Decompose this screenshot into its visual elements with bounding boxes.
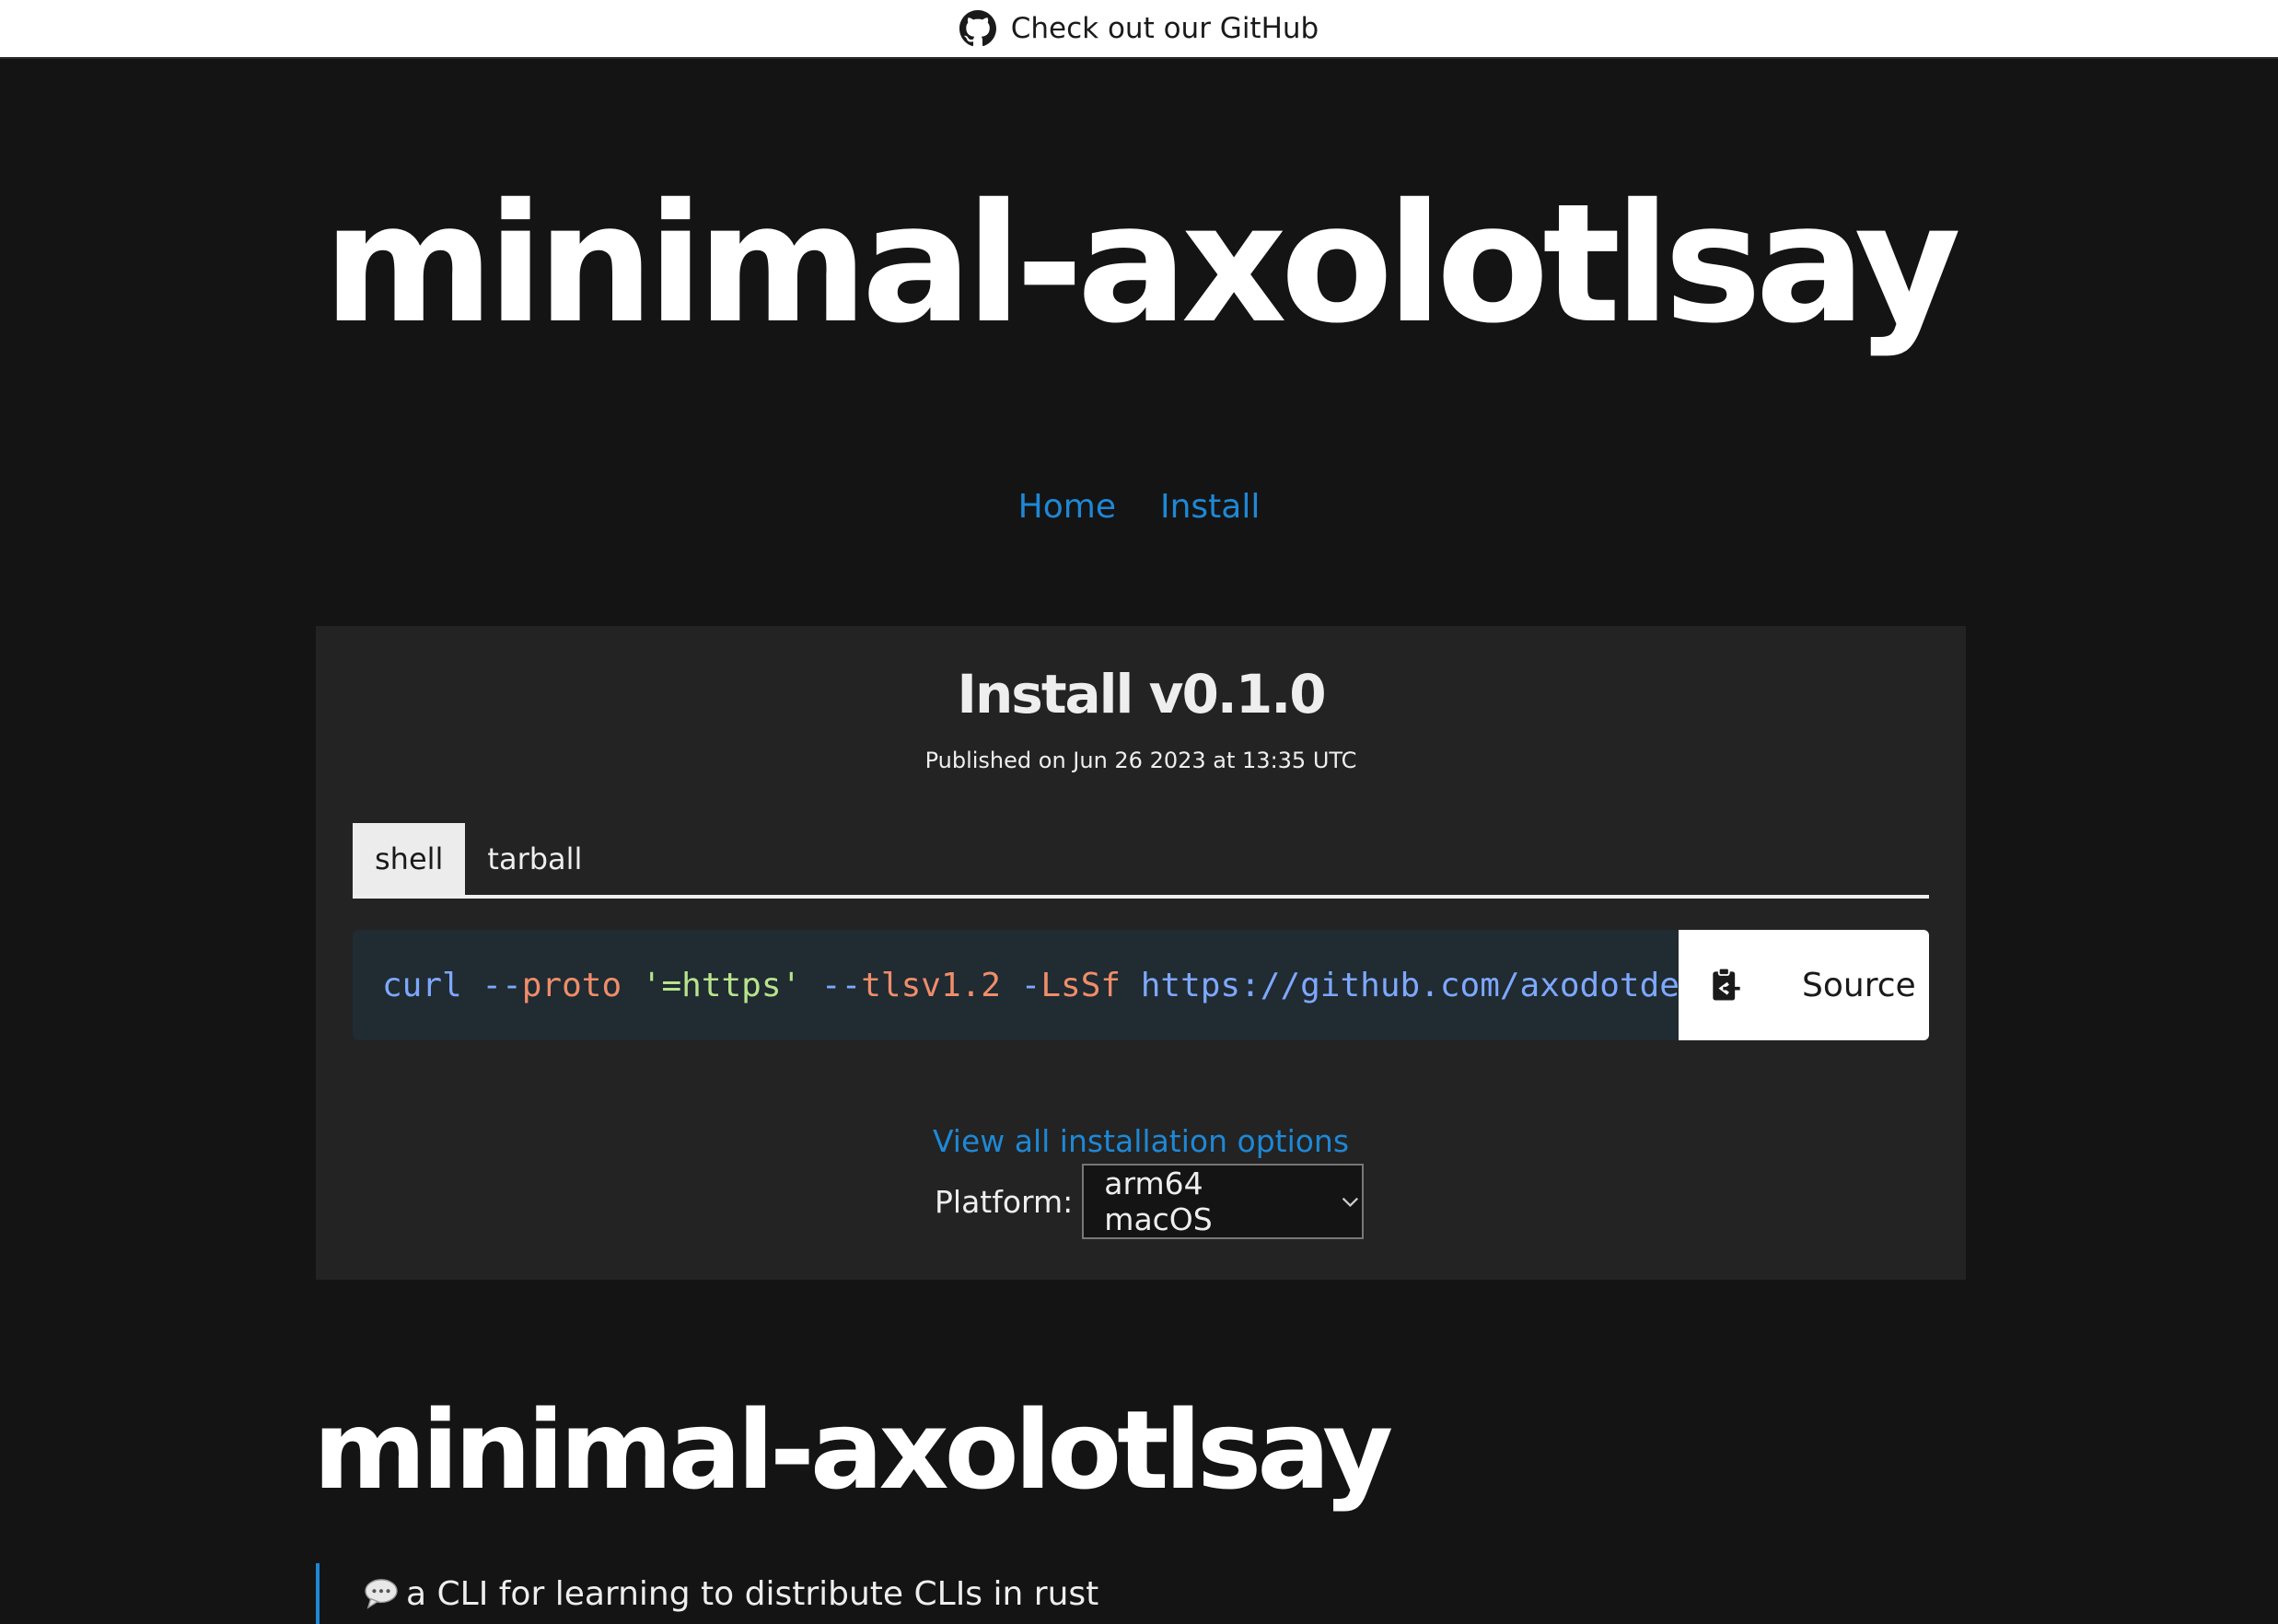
main-nav: Home Install bbox=[0, 488, 2278, 526]
source-label: Source bbox=[1802, 966, 1916, 1004]
install-panel: Install v0.1.0 Published on Jun 26 2023 … bbox=[316, 626, 1966, 1280]
command-token: https://github.com/axodotde bbox=[1140, 966, 1679, 1004]
nav-item-home[interactable]: Home bbox=[1018, 488, 1116, 526]
github-icon bbox=[959, 10, 996, 47]
install-command-row: curl -- proto '=https' -- tlsv1.2 - LsSf ht… bbox=[353, 930, 1929, 1040]
published-date: Published on Jun 26 2023 at 13:35 UTC bbox=[924, 748, 1357, 773]
nav-item-install[interactable]: Install bbox=[1160, 488, 1260, 526]
github-link-label: Check out our GitHub bbox=[1010, 12, 1319, 45]
command-token: LsSf bbox=[1040, 966, 1122, 1004]
command-token: -- bbox=[482, 966, 522, 1004]
platform-picker: Platform: arm64 macOS bbox=[935, 1164, 1365, 1239]
platform-label: Platform: bbox=[935, 1183, 1074, 1220]
install-tabs: shell tarball bbox=[353, 823, 1929, 899]
command-token: tlsv1.2 bbox=[861, 966, 1001, 1004]
tab-tarball[interactable]: tarball bbox=[465, 823, 604, 895]
speech-bubble-icon bbox=[365, 1579, 398, 1609]
command-token: proto bbox=[521, 966, 622, 1004]
tab-shell[interactable]: shell bbox=[353, 823, 466, 895]
command-token: -- bbox=[820, 966, 862, 1004]
readme-tagline: a CLI for learning to distribute CLIs in… bbox=[406, 1574, 1099, 1613]
github-link[interactable]: Check out our GitHub bbox=[959, 10, 1319, 47]
clipboard-icon bbox=[1713, 967, 1740, 1001]
install-title: Install v0.1.0 bbox=[957, 663, 1326, 725]
platform-selected-value: arm64 macOS bbox=[1104, 1166, 1213, 1237]
command-token: - bbox=[1020, 966, 1041, 1004]
command-token: '=https' bbox=[641, 966, 802, 1004]
command-token: curl bbox=[382, 966, 462, 1004]
readme-title: minimal-axolotlsay bbox=[313, 1386, 1393, 1514]
copy-source-button[interactable]: Source bbox=[1679, 930, 1929, 1040]
hero-title: minimal-axolotlsay bbox=[323, 168, 1961, 359]
view-all-install-options-link[interactable]: View all installation options bbox=[316, 1123, 1966, 1159]
chevron-down-icon bbox=[1342, 1197, 1358, 1208]
readme-blockquote: a CLI for learning to distribute CLIs in… bbox=[316, 1563, 1098, 1624]
install-command[interactable]: curl -- proto '=https' -- tlsv1.2 - LsSf ht… bbox=[353, 930, 1679, 1040]
platform-select[interactable]: arm64 macOS bbox=[1082, 1164, 1365, 1239]
github-banner: Check out our GitHub bbox=[0, 0, 2278, 59]
